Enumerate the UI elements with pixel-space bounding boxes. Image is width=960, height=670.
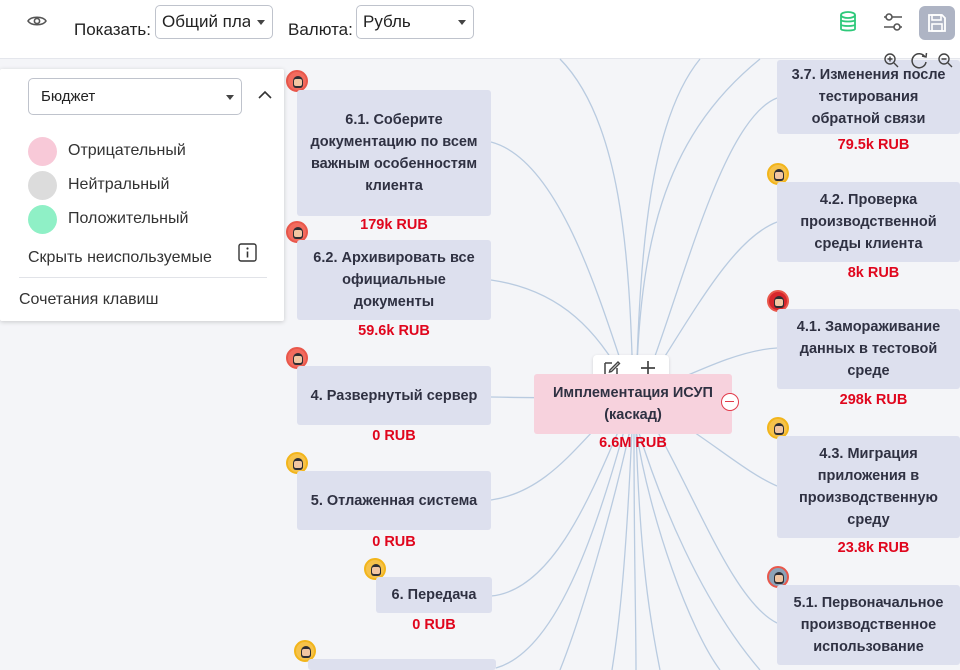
currency-select[interactable]: Рубль xyxy=(356,5,474,39)
show-label: Показать: xyxy=(74,20,151,39)
legend-label: Нейтральный xyxy=(68,176,170,193)
task-budget: 79.5k RUB xyxy=(837,137,910,153)
task-node-title: 4.3. Миграция приложения в производствен… xyxy=(799,446,938,528)
database-icon[interactable] xyxy=(835,8,861,36)
refresh-icon[interactable] xyxy=(909,51,929,69)
task-node[interactable]: 5.1. Первоначальное производственное исп… xyxy=(777,585,960,665)
task-node[interactable]: 4.3. Миграция приложения в производствен… xyxy=(777,436,960,538)
save-icon xyxy=(928,14,946,32)
task-budget: 0 RUB xyxy=(372,534,416,550)
task-node-title: 3.7. Изменения после тестирования обратн… xyxy=(791,67,946,127)
neutral-swatch xyxy=(28,171,57,200)
view-select-value: Общий план xyxy=(162,12,250,31)
currency-select-value: Рубль xyxy=(363,12,411,31)
task-node-title: 6. Передача xyxy=(391,587,477,603)
root-node-title: Имплементация ИСУП (каскад) xyxy=(553,385,713,423)
task-node[interactable]: 3.7. Изменения после тестирования обратн… xyxy=(777,60,960,134)
task-budget: 23.8k RUB xyxy=(837,540,910,556)
task-budget: 0 RUB xyxy=(372,428,416,444)
task-node-title: 4.2. Проверка производственной среды кли… xyxy=(800,192,937,252)
sliders-icon[interactable] xyxy=(880,8,906,36)
task-node[interactable]: 4.1. Замораживание данных в тестовой сре… xyxy=(777,309,960,389)
task-budget: 298k RUB xyxy=(839,392,908,408)
task-node-title: 4. Развернутый сервер xyxy=(310,387,478,404)
legend-label: Положительный xyxy=(68,210,189,227)
positive-swatch xyxy=(28,205,57,234)
chevron-down-icon xyxy=(226,95,234,100)
legend-panel: Бюджет Отрицательный Нейтральный Положит… xyxy=(0,69,284,321)
chevron-up-icon[interactable] xyxy=(256,88,274,102)
task-node-title: 5. Отлаженная система xyxy=(310,492,478,509)
task-budget: 59.6k RUB xyxy=(358,323,430,339)
zoom-out-icon[interactable] xyxy=(937,52,953,68)
save-button[interactable] xyxy=(919,6,955,40)
currency-label: Валюта: xyxy=(288,20,353,39)
top-toolbar: Показать: Общий план Валюта: Рубль xyxy=(0,0,960,59)
task-node[interactable]: 4.2. Проверка производственной среды кли… xyxy=(777,182,960,262)
task-budget: 0 RUB xyxy=(412,617,456,633)
root-budget: 6.6M RUB xyxy=(599,435,667,451)
task-node[interactable]: 6.2. Архивировать все официальные докуме… xyxy=(297,240,491,320)
task-node-title: 6.2. Архивировать все официальные докуме… xyxy=(313,250,475,310)
task-node[interactable]: 5. Отлаженная система xyxy=(297,471,491,530)
task-budget: 8k RUB xyxy=(847,265,900,281)
info-icon[interactable] xyxy=(238,243,257,262)
keyboard-shortcuts-link[interactable]: Сочетания клавиш xyxy=(19,291,158,309)
task-node[interactable] xyxy=(308,659,496,670)
task-node[interactable]: 6.1. Соберите документацию по всем важны… xyxy=(297,90,491,216)
minus-circle-icon[interactable] xyxy=(721,393,739,411)
panel-divider xyxy=(19,277,267,278)
legend-item-neutral: Нейтральный xyxy=(28,171,268,201)
task-node-title: 6.1. Соберите документацию по всем важны… xyxy=(310,112,478,194)
task-node[interactable]: 4. Развернутый сервер xyxy=(297,366,491,425)
legend-metric-value: Бюджет xyxy=(41,88,96,105)
root-node[interactable]: Имплементация ИСУП (каскад) xyxy=(534,374,732,434)
zoom-in-icon[interactable] xyxy=(883,52,899,68)
legend-item-positive: Положительный xyxy=(28,205,268,235)
hide-unused-toggle[interactable]: Скрыть неиспользуемые xyxy=(28,249,212,267)
legend-label: Отрицательный xyxy=(68,142,186,159)
chevron-down-icon xyxy=(458,20,466,25)
task-node[interactable]: 6. Передача xyxy=(376,577,492,613)
task-node-title: 4.1. Замораживание данных в тестовой сре… xyxy=(796,319,941,379)
view-select[interactable]: Общий план xyxy=(155,5,273,39)
assignee-avatar[interactable] xyxy=(286,70,308,92)
chevron-down-icon xyxy=(257,20,265,25)
task-budget: 179k RUB xyxy=(360,217,428,233)
task-node-title: 5.1. Первоначальное производственное исп… xyxy=(793,595,944,655)
legend-metric-select[interactable]: Бюджет xyxy=(28,78,242,115)
negative-swatch xyxy=(28,137,57,166)
legend-item-negative: Отрицательный xyxy=(28,137,268,167)
eye-icon[interactable] xyxy=(26,12,48,30)
